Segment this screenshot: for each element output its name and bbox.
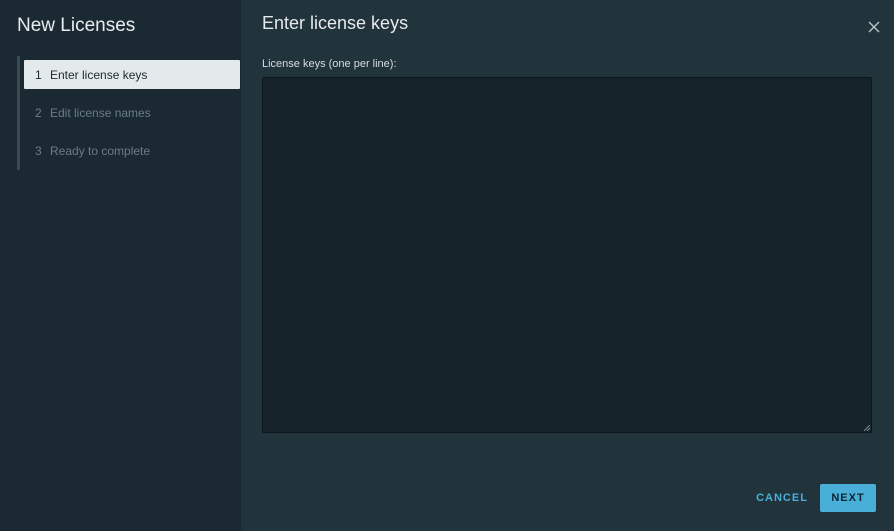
step-number: 3 <box>35 143 42 158</box>
close-icon <box>868 21 880 33</box>
step-enter-license-keys[interactable]: 1 Enter license keys <box>24 60 240 89</box>
step-label: Enter license keys <box>50 67 148 82</box>
wizard-steps: 1 Enter license keys 2 Edit license name… <box>17 56 244 170</box>
license-keys-label: License keys (one per line): <box>262 58 397 70</box>
step-number: 2 <box>35 105 42 120</box>
resize-grip-icon[interactable] <box>864 425 870 431</box>
step-edit-license-names[interactable]: 2 Edit license names <box>24 98 240 127</box>
step-ready-to-complete[interactable]: 3 Ready to complete <box>24 136 240 165</box>
license-keys-textarea[interactable] <box>262 77 872 433</box>
wizard-main-panel: Enter license keys License keys (one per… <box>241 0 894 531</box>
wizard-title: New Licenses <box>17 15 136 36</box>
step-label: Edit license names <box>50 105 151 120</box>
step-number: 1 <box>35 67 42 82</box>
page-title: Enter license keys <box>262 13 409 33</box>
cancel-button[interactable]: CANCEL <box>749 484 815 512</box>
close-button[interactable] <box>867 20 881 34</box>
new-licenses-wizard: New Licenses 1 Enter license keys 2 Edit… <box>0 0 894 531</box>
wizard-sidebar: New Licenses 1 Enter license keys 2 Edit… <box>0 0 241 531</box>
step-label: Ready to complete <box>50 143 151 158</box>
next-button[interactable]: NEXT <box>820 484 876 512</box>
